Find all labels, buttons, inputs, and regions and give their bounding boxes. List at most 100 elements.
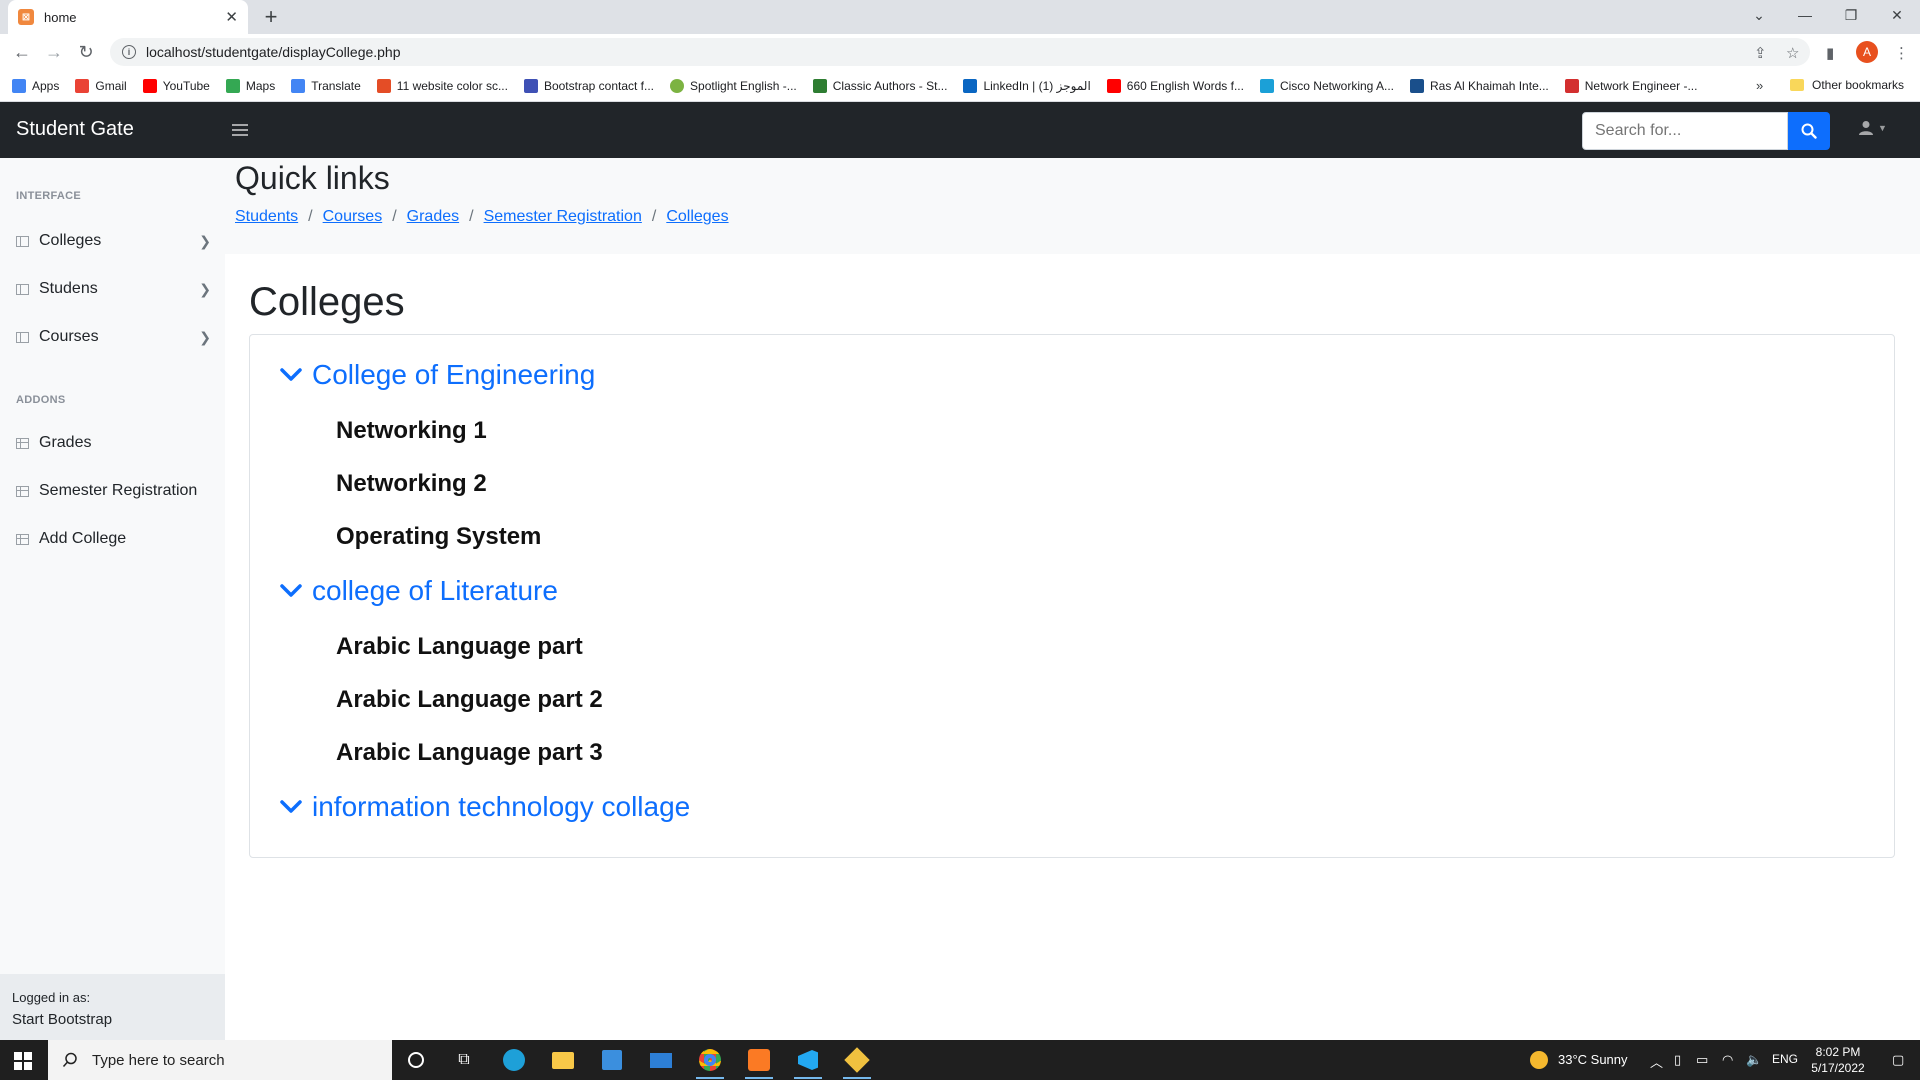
bookmark-item[interactable]: Translate <box>291 78 361 93</box>
task-view-icon[interactable]: ⧉ <box>444 1044 484 1076</box>
course-item[interactable]: Networking 2 <box>336 470 487 498</box>
bookmark-item[interactable]: Cisco Networking A... <box>1259 78 1394 93</box>
chrome-icon[interactable] <box>690 1044 730 1079</box>
crumb-separator: / <box>308 208 313 225</box>
crumb-semester-registration[interactable]: Semester Registration <box>484 208 642 226</box>
tray-device-icon[interactable]: ▯ <box>1674 1052 1681 1068</box>
spotlight-icon <box>670 78 685 93</box>
other-bookmarks[interactable]: Other bookmarks <box>1790 78 1904 92</box>
crumb-courses[interactable]: Courses <box>323 208 383 226</box>
windows-taskbar: Type here to search ⧉ 33°C Sunny ︿ ▯ ▭ ◠… <box>0 1040 1920 1080</box>
sidebar-item-label: Semester Registration <box>39 482 198 499</box>
bookmark-item[interactable]: 11 website color sc... <box>376 78 508 93</box>
college-toggle-engineering[interactable]: College of Engineering <box>280 359 595 391</box>
bookmark-item[interactable]: Network Engineer -... <box>1564 78 1697 93</box>
volume-icon[interactable]: 🔈 <box>1746 1052 1762 1068</box>
sidebar-item-grades[interactable]: Grades <box>16 428 211 458</box>
url-text: localhost/studentgate/displayCollege.php <box>146 44 401 60</box>
taskbar-clock[interactable]: 8:02 PM 5/17/2022 <box>1800 1044 1876 1076</box>
edge-icon[interactable] <box>494 1044 534 1076</box>
bookmark-item[interactable]: LinkedIn | الموجز (1) <box>963 78 1091 93</box>
new-tab-icon[interactable]: + <box>258 4 284 30</box>
crumb-grades[interactable]: Grades <box>407 208 459 226</box>
crumb-colleges[interactable]: Colleges <box>666 208 728 226</box>
course-item[interactable]: Arabic Language part 3 <box>336 739 603 767</box>
address-bar[interactable]: i localhost/studentgate/displayCollege.p… <box>110 38 1810 66</box>
college-toggle-information-technology[interactable]: information technology collage <box>280 791 690 823</box>
translate-icon <box>291 78 306 93</box>
table-icon <box>16 533 29 545</box>
bookmark-item[interactable]: Gmail <box>75 78 127 93</box>
side-panel-icon[interactable]: ▮ <box>1826 44 1834 62</box>
forward-icon[interactable]: → <box>42 40 66 64</box>
course-item[interactable]: Networking 1 <box>336 417 487 445</box>
rak-icon <box>1410 78 1425 93</box>
bookmark-item[interactable]: Bootstrap contact f... <box>523 78 654 93</box>
bookmark-item[interactable]: Classic Authors - St... <box>812 78 947 93</box>
college-name: College of Engineering <box>312 359 596 390</box>
share-icon[interactable]: ⇪ <box>1754 44 1767 62</box>
tray-chevron-up-icon[interactable]: ︿ <box>1650 1052 1663 1071</box>
sidebar-item-colleges[interactable]: Colleges ❯ <box>16 226 211 256</box>
cortana-icon[interactable] <box>396 1044 436 1076</box>
xampp-icon[interactable] <box>739 1044 779 1079</box>
vscode-icon[interactable] <box>788 1044 828 1079</box>
file-explorer-icon[interactable] <box>543 1044 583 1076</box>
notifications-icon[interactable]: ▢ <box>1892 1052 1904 1068</box>
logged-in-user: Start Bootstrap <box>12 1011 113 1028</box>
youtube-icon <box>1106 78 1121 93</box>
user-dropdown[interactable]: ▼ <box>1858 120 1887 136</box>
sidebar-item-courses[interactable]: Courses ❯ <box>16 322 211 352</box>
minimize-icon[interactable]: — <box>1782 0 1828 30</box>
language-indicator[interactable]: ENG <box>1772 1052 1798 1066</box>
taskbar-search[interactable]: Type here to search <box>48 1040 392 1080</box>
mail-icon[interactable] <box>641 1044 681 1076</box>
sidebar-item-label: Courses <box>39 328 99 345</box>
bookmark-item[interactable]: 660 English Words f... <box>1106 78 1244 93</box>
sidebar-item-add-college[interactable]: Add College <box>16 524 211 554</box>
tab-search-icon[interactable]: ⌄ <box>1736 0 1782 30</box>
bookmark-item[interactable]: Spotlight English -... <box>670 78 797 93</box>
bookmark-item[interactable]: Maps <box>225 78 275 93</box>
battery-icon[interactable]: ▭ <box>1696 1052 1708 1068</box>
crumb-separator: / <box>392 208 397 225</box>
bookmark-star-icon[interactable]: ☆ <box>1786 44 1799 62</box>
sidebar-toggle-icon[interactable] <box>232 120 248 140</box>
search-button[interactable] <box>1788 112 1830 150</box>
tab-close-icon[interactable]: ✕ <box>225 8 238 26</box>
college-name: college of Literature <box>312 575 558 606</box>
profile-avatar[interactable]: A <box>1856 41 1878 63</box>
sidebar-heading-interface: INTERFACE <box>16 190 82 202</box>
windows-start-icon[interactable] <box>14 1052 32 1070</box>
course-item[interactable]: Arabic Language part <box>336 633 583 661</box>
course-item[interactable]: Operating System <box>336 523 541 551</box>
search-icon <box>62 1052 77 1067</box>
browser-tab[interactable]: ⊠ home ✕ <box>8 0 248 34</box>
wifi-icon[interactable]: ◠ <box>1722 1052 1733 1068</box>
bookmark-item[interactable]: Ras Al Khaimah Inte... <box>1410 78 1549 93</box>
bookmarks-bar: Apps Gmail YouTube Maps Translate 11 web… <box>0 70 1920 102</box>
search-input[interactable] <box>1582 112 1788 150</box>
store-icon[interactable] <box>592 1044 632 1076</box>
close-window-icon[interactable]: ✕ <box>1874 0 1920 30</box>
restore-icon[interactable]: ❐ <box>1828 0 1874 30</box>
crumb-students[interactable]: Students <box>235 208 298 226</box>
bookmark-item[interactable]: YouTube <box>142 78 210 93</box>
reload-icon[interactable]: ↻ <box>74 40 98 64</box>
browser-menu-icon[interactable]: ⋮ <box>1894 44 1909 62</box>
brand-title[interactable]: Student Gate <box>16 118 134 141</box>
back-icon[interactable]: ← <box>10 40 34 64</box>
weather-text[interactable]: 33°C Sunny <box>1558 1052 1628 1067</box>
college-toggle-literature[interactable]: college of Literature <box>280 575 558 607</box>
sidebar-item-studens[interactable]: Studens ❯ <box>16 274 211 304</box>
site-info-icon[interactable]: i <box>122 45 136 59</box>
more-bookmarks-icon[interactable]: » <box>1756 78 1763 93</box>
sidebar-footer: Logged in as: Start Bootstrap <box>0 974 225 1040</box>
table-icon <box>16 437 29 449</box>
crumb-separator: / <box>651 208 657 225</box>
sidebar-item-semester-registration[interactable]: Semester Registration <box>16 476 211 506</box>
bookmark-item[interactable]: Apps <box>12 78 59 93</box>
chevron-down-icon <box>280 368 302 381</box>
course-item[interactable]: Arabic Language part 2 <box>336 686 603 714</box>
git-icon[interactable] <box>837 1044 877 1079</box>
